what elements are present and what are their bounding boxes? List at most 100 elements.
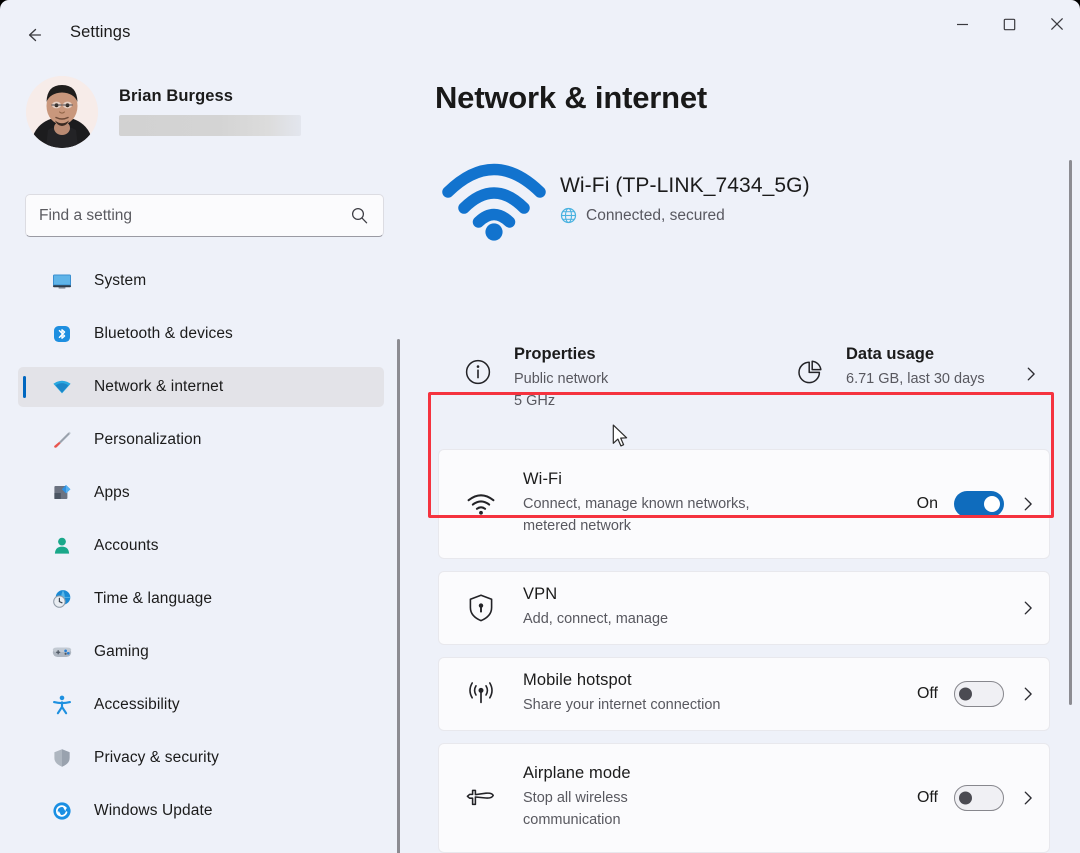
close-button[interactable] — [1033, 0, 1080, 48]
search-input[interactable] — [39, 206, 348, 225]
connection-status-text: Connected, secured — [586, 206, 725, 224]
wifi-icon — [459, 491, 503, 517]
mobile-hotspot-toggle[interactable] — [954, 681, 1004, 707]
main-scrollbar[interactable] — [1069, 160, 1072, 705]
sidebar-item-gaming[interactable]: Gaming — [18, 632, 384, 672]
minimize-button[interactable] — [939, 0, 986, 48]
properties-cell[interactable]: Properties Public network 5 GHz — [438, 339, 788, 425]
card-airplane-mode[interactable]: Airplane mode Stop all wireless communic… — [438, 743, 1050, 853]
active-indicator — [23, 376, 26, 398]
avatar-photo-icon — [26, 76, 98, 148]
toggle-knob — [959, 791, 972, 805]
card-controls: On — [917, 491, 1037, 517]
apps-icon — [50, 481, 74, 505]
maximize-button[interactable] — [986, 0, 1033, 48]
paintbrush-icon — [50, 428, 74, 452]
close-icon — [1050, 17, 1063, 31]
data-usage-cell[interactable]: Data usage 6.71 GB, last 30 days — [788, 339, 1050, 425]
toggle-state-label: On — [916, 495, 938, 512]
vpn-shield-icon — [459, 593, 503, 623]
pie-chart-icon — [792, 345, 828, 386]
sidebar-item-label: Apps — [94, 484, 130, 501]
connection-name: Wi-Fi (TP-LINK_7434_5G) — [560, 173, 810, 197]
title-bar: Settings — [0, 0, 1080, 56]
chevron-right-icon — [1022, 365, 1040, 388]
clock-globe-icon — [50, 587, 74, 611]
connection-summary: Wi-Fi (TP-LINK_7434_5G) Connected, secur… — [438, 156, 1048, 242]
sidebar-scrollbar[interactable] — [397, 339, 400, 853]
sidebar-item-label: System — [94, 272, 147, 289]
page-title: Network & internet — [435, 80, 707, 115]
wifi-icon — [50, 375, 74, 399]
sidebar-item-accessibility[interactable]: Accessibility — [18, 685, 384, 725]
toggle-state-label: Off — [916, 789, 938, 806]
card-vpn[interactable]: VPN Add, connect, manage — [438, 571, 1050, 645]
sidebar-item-bluetooth-devices[interactable]: Bluetooth & devices — [18, 314, 384, 354]
properties-sub-2: 5 GHz — [514, 393, 556, 410]
chevron-right-icon[interactable] — [1019, 685, 1037, 703]
user-profile[interactable]: Brian Burgess — [26, 76, 301, 148]
sidebar-item-privacy-security[interactable]: Privacy & security — [18, 738, 384, 778]
search-icon[interactable] — [348, 205, 370, 227]
toggle-knob — [984, 496, 1000, 512]
settings-cards: Wi-Fi Connect, manage known networks, me… — [438, 449, 1050, 853]
wifi-signal-icon — [438, 156, 550, 242]
profile-email-redacted — [119, 114, 301, 136]
toggle-state-label: Off — [916, 685, 938, 702]
window-controls — [939, 0, 1080, 48]
sidebar-item-time-language[interactable]: Time & language — [18, 579, 384, 619]
sidebar-item-system[interactable]: System — [18, 261, 384, 301]
sidebar-item-windows-update[interactable]: Windows Update — [18, 791, 384, 831]
sidebar-item-label: Time & language — [94, 590, 213, 607]
chevron-right-icon[interactable] — [1019, 789, 1037, 807]
maximize-icon — [1003, 18, 1016, 30]
card-controls: Off — [917, 681, 1037, 707]
window-title: Settings — [70, 23, 131, 41]
sidebar-item-network-internet[interactable]: Network & internet — [18, 367, 384, 407]
properties-sub-1: Public network — [514, 371, 609, 387]
data-usage-sub: 6.71 GB, last 30 days — [846, 371, 985, 387]
sidebar-item-personalization[interactable]: Personalization — [18, 420, 384, 460]
chevron-right-icon[interactable] — [1019, 599, 1037, 617]
card-mobile-hotspot[interactable]: Mobile hotspot Share your internet conne… — [438, 657, 1050, 731]
search-container — [25, 194, 384, 237]
card-title: VPN — [523, 585, 558, 604]
update-refresh-icon — [50, 799, 74, 823]
main-content: Network & internet Wi-Fi (TP-LINK_7434_5… — [412, 56, 1080, 853]
connection-status: Connected, secured — [560, 207, 810, 225]
data-usage-title: Data usage — [846, 345, 935, 363]
card-title: Airplane mode — [523, 764, 631, 783]
card-controls: Off — [917, 785, 1037, 811]
card-title: Wi-Fi — [523, 470, 562, 489]
sidebar-item-label: Network & internet — [94, 378, 224, 395]
sidebar-item-label: Privacy & security — [94, 749, 219, 766]
sidebar-nav: System Bluetooth & devices Network & int… — [10, 261, 392, 853]
sidebar-item-label: Bluetooth & devices — [94, 325, 233, 342]
person-icon — [50, 534, 74, 558]
sidebar-item-label: Personalization — [94, 431, 202, 448]
toggle-knob — [959, 687, 972, 701]
card-subtitle: Connect, manage known networks, metered … — [523, 496, 750, 534]
card-subtitle: Share your internet connection — [523, 697, 721, 714]
hotspot-icon — [459, 680, 503, 708]
info-circle-icon — [460, 345, 496, 386]
airplane-mode-toggle[interactable] — [954, 785, 1004, 811]
accessibility-icon — [50, 693, 74, 717]
sidebar-item-accounts[interactable]: Accounts — [18, 526, 384, 566]
gamepad-icon — [50, 640, 74, 664]
info-row: Properties Public network 5 GHz Data usa… — [438, 339, 1050, 425]
bluetooth-icon — [50, 322, 74, 346]
back-arrow-icon — [28, 28, 42, 42]
card-subtitle: Add, connect, manage — [523, 611, 669, 628]
back-button[interactable] — [17, 19, 51, 51]
properties-title: Properties — [514, 345, 596, 363]
chevron-right-icon[interactable] — [1019, 495, 1037, 513]
sidebar: Brian Burgess Find a setting System Blue… — [0, 56, 412, 853]
sidebar-item-apps[interactable]: Apps — [18, 473, 384, 513]
card-wifi[interactable]: Wi-Fi Connect, manage known networks, me… — [438, 449, 1050, 559]
wifi-toggle[interactable] — [954, 491, 1004, 517]
globe-icon — [560, 207, 577, 224]
avatar — [26, 76, 98, 148]
card-controls — [1004, 599, 1037, 617]
profile-name: Brian Burgess — [119, 86, 234, 105]
